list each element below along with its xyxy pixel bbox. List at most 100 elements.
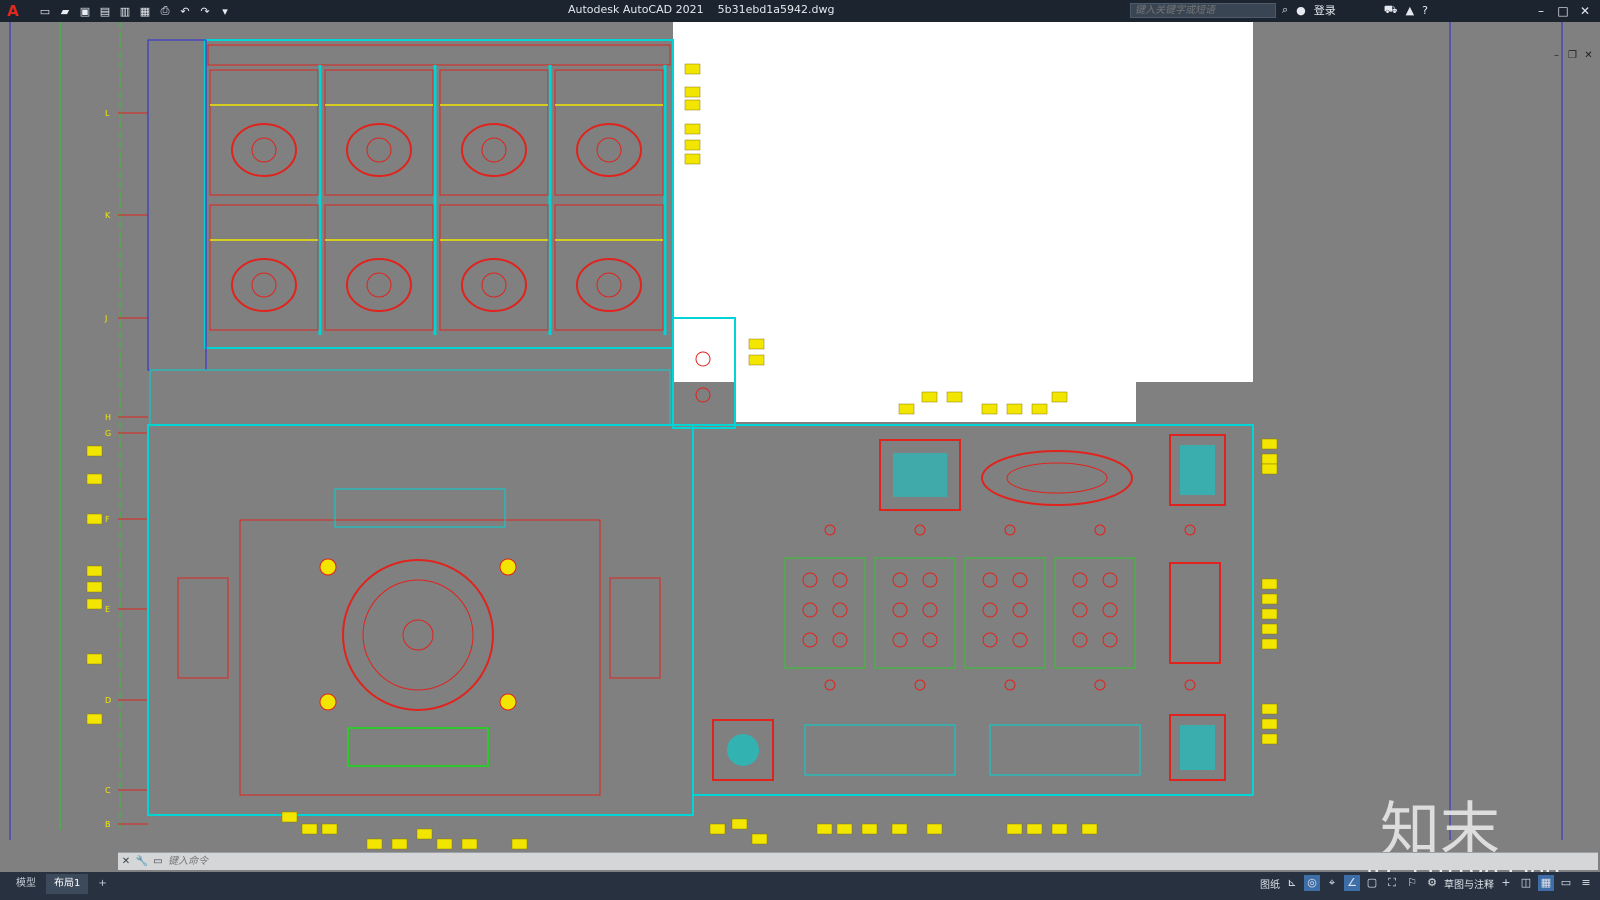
add-icon[interactable]: + — [1498, 875, 1514, 891]
command-close-icon[interactable]: ✕ — [118, 856, 134, 867]
ballroom-medallion — [231, 123, 297, 177]
help-icon[interactable]: ? — [1422, 4, 1428, 17]
minimize-icon[interactable]: – — [1530, 0, 1552, 22]
coffer-light — [982, 572, 998, 588]
tag-marker — [891, 823, 908, 835]
selection-cycle-icon[interactable]: ▢ — [1364, 875, 1380, 891]
autocad-logo-icon[interactable]: A — [4, 2, 22, 20]
tag-marker — [816, 823, 833, 835]
autodesk-app-icon[interactable]: ▲ — [1406, 4, 1414, 17]
paper-space-label[interactable]: 图纸 — [1260, 876, 1280, 891]
light-fixture-1 — [319, 558, 337, 576]
coffer-light — [832, 602, 848, 618]
grid-label: J — [104, 314, 107, 323]
openweb-icon[interactable]: ▥ — [118, 4, 132, 18]
grid-label: G — [105, 429, 111, 438]
grid-label: C — [105, 786, 111, 795]
drawing-canvas[interactable]: LKJHGFEDCB – ❐ ✕ 知末 — [0, 22, 1600, 872]
tag-marker — [684, 153, 701, 165]
workspace-settings-icon[interactable]: ⚙ — [1424, 875, 1440, 891]
tag-marker — [86, 581, 103, 593]
light-fixture-4 — [499, 693, 517, 711]
ballroom-medallion-core — [251, 272, 277, 298]
vp-minimize-icon[interactable]: – — [1551, 50, 1562, 61]
right-wing-room-e-fill — [1180, 725, 1215, 770]
tag-marker — [436, 838, 453, 850]
right-wing-room-d — [1169, 562, 1221, 664]
saveweb-icon[interactable]: ▦ — [138, 4, 152, 18]
beam-light — [824, 524, 836, 536]
search-icon[interactable]: ⌕ — [1282, 3, 1288, 17]
ballroom-top-strip — [207, 44, 671, 66]
tag-marker — [1261, 703, 1278, 715]
tag-marker — [836, 823, 853, 835]
add-layout-tab[interactable]: + — [90, 874, 114, 894]
maximize-icon[interactable]: □ — [1552, 0, 1574, 22]
saveas-icon[interactable]: ▤ — [98, 4, 112, 18]
ballroom-medallion-core — [481, 137, 507, 163]
light-fixture-2 — [499, 558, 517, 576]
right-wing-oval — [981, 450, 1133, 506]
tab-layout1[interactable]: 布局1 — [46, 874, 89, 894]
layout-tabs: 模型 布局1 + — [8, 874, 115, 894]
undo-icon[interactable]: ↶ — [178, 4, 192, 18]
tab-model[interactable]: 模型 — [8, 874, 44, 894]
save-icon[interactable]: ▣ — [78, 4, 92, 18]
workspace-icon[interactable]: ▾ — [218, 4, 232, 18]
grid-label: D — [105, 696, 111, 705]
new-icon[interactable]: ▭ — [38, 4, 52, 18]
isolate-icon[interactable]: ◫ — [1518, 875, 1534, 891]
plot-icon[interactable]: ⎙ — [158, 4, 172, 18]
vp-close-icon[interactable]: ✕ — [1583, 50, 1594, 61]
tag-marker — [1031, 403, 1048, 415]
coffer-light — [922, 572, 938, 588]
user-icon[interactable]: ● — [1296, 4, 1306, 17]
close-icon[interactable]: ✕ — [1574, 0, 1596, 22]
tag-marker — [391, 838, 408, 850]
command-settings-icon[interactable]: 🔧 — [134, 856, 150, 867]
search-input[interactable] — [1130, 3, 1276, 18]
tower-fixture-2 — [695, 387, 711, 403]
beam-light — [824, 679, 836, 691]
annotation-scale-icon[interactable]: ⛶ — [1384, 875, 1400, 891]
beam-light — [1184, 524, 1196, 536]
clean-screen-icon[interactable]: ▭ — [1558, 875, 1574, 891]
hardware-accel-icon[interactable]: ▦ — [1538, 875, 1554, 891]
tag-marker — [1261, 608, 1278, 620]
redo-icon[interactable]: ↷ — [198, 4, 212, 18]
open-icon[interactable]: ▰ — [58, 4, 72, 18]
light-fixture-3 — [319, 693, 337, 711]
dynamic-input-icon[interactable]: ∠ — [1344, 875, 1360, 891]
main-hall-green-panel — [347, 727, 489, 767]
coffer-light — [892, 602, 908, 618]
tag-marker — [86, 653, 103, 665]
tag-marker — [281, 811, 298, 823]
viewport-controls: – ❐ ✕ — [1551, 50, 1594, 61]
grid-label: H — [105, 413, 111, 422]
command-history-icon[interactable]: ▭ — [150, 856, 166, 867]
ballroom-medallion-core — [251, 137, 277, 163]
coffer-light — [892, 572, 908, 588]
window-controls: – □ ✕ — [1530, 0, 1596, 22]
coffer-frame — [784, 557, 866, 669]
dome-outer — [342, 559, 494, 711]
annotation-visibility-icon[interactable]: ⚐ — [1404, 875, 1420, 891]
workspace-label[interactable]: 草图与注释 — [1444, 876, 1494, 891]
cart-icon[interactable]: ⛟ — [1384, 3, 1398, 18]
command-input[interactable] — [166, 855, 1070, 868]
osnap-icon[interactable]: ⌖ — [1324, 875, 1340, 891]
polar-icon[interactable]: ◎ — [1304, 875, 1320, 891]
tag-marker — [981, 403, 998, 415]
tag-marker — [1261, 718, 1278, 730]
customize-icon[interactable]: ≡ — [1578, 875, 1594, 891]
tag-marker — [1051, 391, 1068, 403]
tag-marker — [416, 828, 433, 840]
tag-marker — [1261, 638, 1278, 650]
login-link[interactable]: 登录 — [1314, 2, 1336, 18]
coffer-light — [982, 602, 998, 618]
vp-restore-icon[interactable]: ❐ — [1567, 50, 1578, 61]
quick-access-toolbar: ▭ ▰ ▣ ▤ ▥ ▦ ⎙ ↶ ↷ ▾ — [38, 4, 232, 18]
tag-marker — [684, 86, 701, 98]
coffer-light — [982, 632, 998, 648]
snap-icon[interactable]: ⊾ — [1284, 875, 1300, 891]
